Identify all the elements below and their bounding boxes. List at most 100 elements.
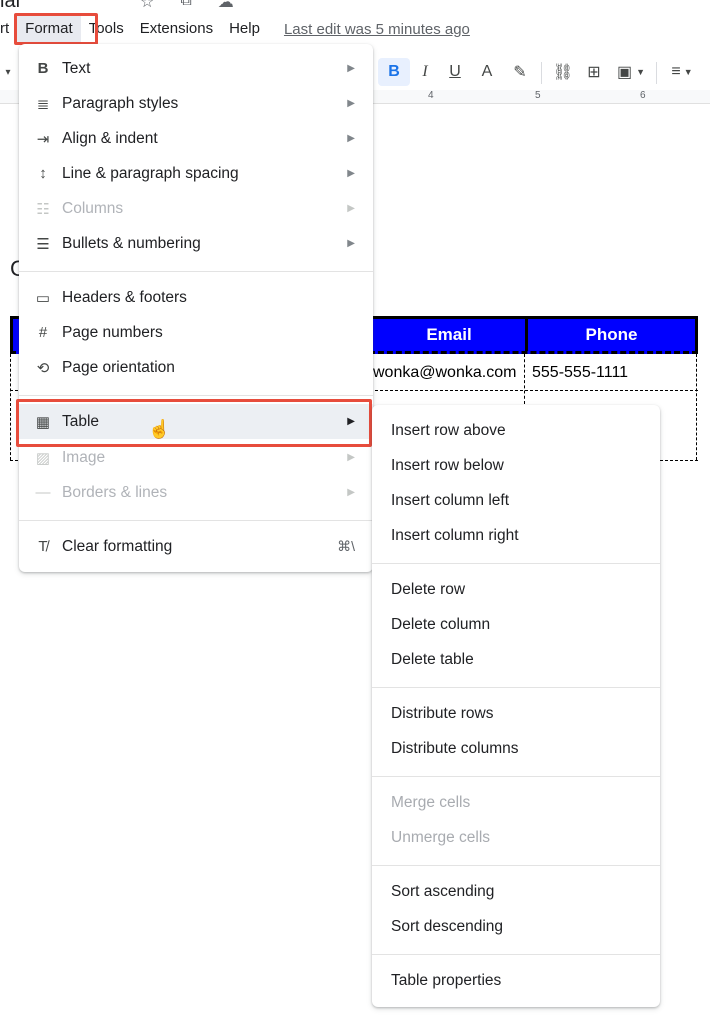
submenu-item-sort-ascending[interactable]: Sort ascending — [372, 874, 660, 909]
submenu-item-insert-row-below[interactable]: Insert row below — [372, 448, 660, 483]
submenu-arrow-icon: ▶ — [347, 238, 355, 249]
paragraph-styles-icon: ≣ — [36, 95, 50, 113]
submenu-arrow-icon: ▶ — [347, 168, 355, 179]
comment-button[interactable]: ⊞ — [582, 58, 606, 86]
submenu-item-insert-column-left[interactable]: Insert column left — [372, 483, 660, 518]
chevron-down-icon: ▼ — [683, 67, 693, 77]
format-menu-highlight — [14, 13, 98, 45]
menu-divider — [19, 271, 373, 272]
chevron-down-icon: ▼ — [636, 67, 646, 77]
borders-lines-icon: — — [35, 484, 51, 501]
google-docs-window: ial ☆ ⧉ ☁ rt Format Tools Extensions Hel… — [0, 0, 710, 1024]
table-column-border — [696, 354, 697, 460]
submenu-item-insert-row-above[interactable]: Insert row above — [372, 413, 660, 448]
dropdown-arrow-icon[interactable]: ▾ — [2, 58, 14, 86]
menu-item-label: Bullets & numbering — [62, 234, 201, 252]
submenu-item-merge-cells: Merge cells — [391, 794, 471, 811]
menu-item-label: Paragraph styles — [62, 94, 179, 112]
format-menu-item-headers-footers[interactable]: ▭ Headers & footers — [19, 280, 373, 315]
menu-help[interactable]: Help — [221, 16, 268, 42]
table-column-border — [10, 354, 11, 460]
format-menu-item-page-orientation[interactable]: ⟲ Page orientation — [19, 350, 373, 385]
table-cell[interactable]: 555-555-1111 — [532, 364, 628, 382]
clear-formatting-icon: T̸ — [38, 538, 48, 555]
hand-pointer-cursor-icon: ☝ — [148, 419, 171, 439]
format-menu-item-text[interactable]: B Text ▶ — [19, 51, 373, 86]
italic-button[interactable]: I — [414, 58, 436, 86]
star-icon[interactable]: ☆ — [140, 0, 154, 12]
menu-item-label: Page numbers — [62, 323, 163, 341]
indent-icon: ⇥ — [36, 130, 50, 148]
link-button[interactable]: ⛓ — [550, 58, 576, 86]
menu-item-label: Clear formatting — [62, 537, 173, 555]
line-spacing-icon: ↕ — [39, 165, 47, 182]
keyboard-shortcut: ⌘\ — [337, 538, 355, 554]
highlight-color-button[interactable]: ✎ — [508, 58, 532, 86]
cloud-status-icon[interactable]: ☁ — [218, 0, 234, 12]
menu-item-label: Columns — [62, 199, 124, 217]
format-menu-item-paragraph-styles[interactable]: ≣ Paragraph styles ▶ — [19, 86, 373, 121]
menu-item-label: Text — [62, 59, 91, 77]
ruler-mark: 5 — [535, 90, 541, 101]
submenu-item-delete-table[interactable]: Delete table — [372, 642, 660, 677]
headers-footers-icon: ▭ — [35, 289, 51, 307]
menu-divider — [19, 395, 373, 396]
format-menu-item-align-indent[interactable]: ⇥ Align & indent ▶ — [19, 121, 373, 156]
columns-icon: ☷ — [36, 200, 50, 218]
table-item-highlight — [16, 399, 372, 447]
last-edit-link[interactable]: Last edit was 5 minutes ago — [284, 21, 470, 38]
submenu-arrow-icon: ▶ — [347, 487, 355, 498]
move-to-folder-icon[interactable]: ⧉ — [180, 0, 191, 12]
menu-divider — [372, 954, 660, 955]
submenu-item-distribute-rows[interactable]: Distribute rows — [372, 696, 660, 731]
table-header-phone[interactable]: Phone — [528, 319, 695, 351]
table-column-border — [524, 354, 525, 404]
hash-icon: # — [38, 324, 48, 341]
title-icons: ☆ ⧉ ☁ — [140, 0, 234, 12]
page-orientation-icon: ⟲ — [36, 359, 50, 377]
document-title[interactable]: ial — [0, 0, 20, 13]
menu-divider — [372, 563, 660, 564]
bold-icon: B — [37, 60, 49, 77]
submenu-item-delete-row[interactable]: Delete row — [372, 572, 660, 607]
menu-item-label: Page orientation — [62, 358, 175, 376]
format-menu-item-borders-lines: — Borders & lines ▶ — [19, 475, 373, 510]
underline-button[interactable]: U — [444, 58, 466, 86]
bulleted-list-icon: ☰ — [36, 235, 50, 253]
image-icon: ▣ — [616, 64, 633, 81]
insert-image-button[interactable]: ▣ ▼ — [612, 58, 650, 86]
submenu-item-sort-descending[interactable]: Sort descending — [372, 909, 660, 944]
bold-button[interactable]: B — [378, 58, 410, 86]
format-menu-item-page-numbers[interactable]: # Page numbers — [19, 315, 373, 350]
submenu-arrow-icon: ▶ — [347, 63, 355, 74]
table-header-email[interactable]: Email — [373, 319, 525, 351]
menu-item-label: Borders & lines — [62, 483, 168, 501]
menu-item-label: Align & indent — [62, 129, 158, 147]
format-menu-item-line-spacing[interactable]: ↕ Line & paragraph spacing ▶ — [19, 156, 373, 191]
submenu-item-insert-column-right[interactable]: Insert column right — [372, 518, 660, 553]
menu-extensions[interactable]: Extensions — [132, 16, 221, 42]
submenu-item-table-properties[interactable]: Table properties — [372, 963, 660, 998]
table-submenu: Insert row above Insert row below Insert… — [372, 405, 660, 1007]
format-menu-item-bullets-numbering[interactable]: ☰ Bullets & numbering ▶ — [19, 226, 373, 261]
align-button[interactable]: ≡ ▼ — [664, 58, 700, 86]
text-color-button[interactable]: A — [476, 58, 498, 86]
submenu-arrow-icon: ▶ — [347, 133, 355, 144]
submenu-arrow-icon: ▶ — [347, 203, 355, 214]
submenu-item-distribute-columns[interactable]: Distribute columns — [372, 731, 660, 766]
menu-divider — [19, 520, 373, 521]
toolbar-divider — [541, 62, 542, 84]
menu-item-label: Headers & footers — [62, 288, 187, 306]
menu-divider — [372, 776, 660, 777]
menu-item-label: Image — [62, 448, 106, 466]
submenu-item-unmerge-cells: Unmerge cells — [391, 829, 491, 846]
toolbar-divider — [656, 62, 657, 84]
submenu-arrow-icon: ▶ — [347, 452, 355, 463]
format-menu-item-clear-formatting[interactable]: T̸ Clear formatting ⌘\ — [19, 529, 373, 564]
menu-divider — [372, 687, 660, 688]
table-cell[interactable]: wonka@wonka.com — [373, 364, 516, 382]
format-menu: B Text ▶ ≣ Paragraph styles ▶ ⇥ Align & … — [19, 44, 373, 572]
ruler-mark: 4 — [428, 90, 434, 101]
submenu-item-delete-column[interactable]: Delete column — [372, 607, 660, 642]
align-left-icon: ≡ — [671, 63, 681, 80]
